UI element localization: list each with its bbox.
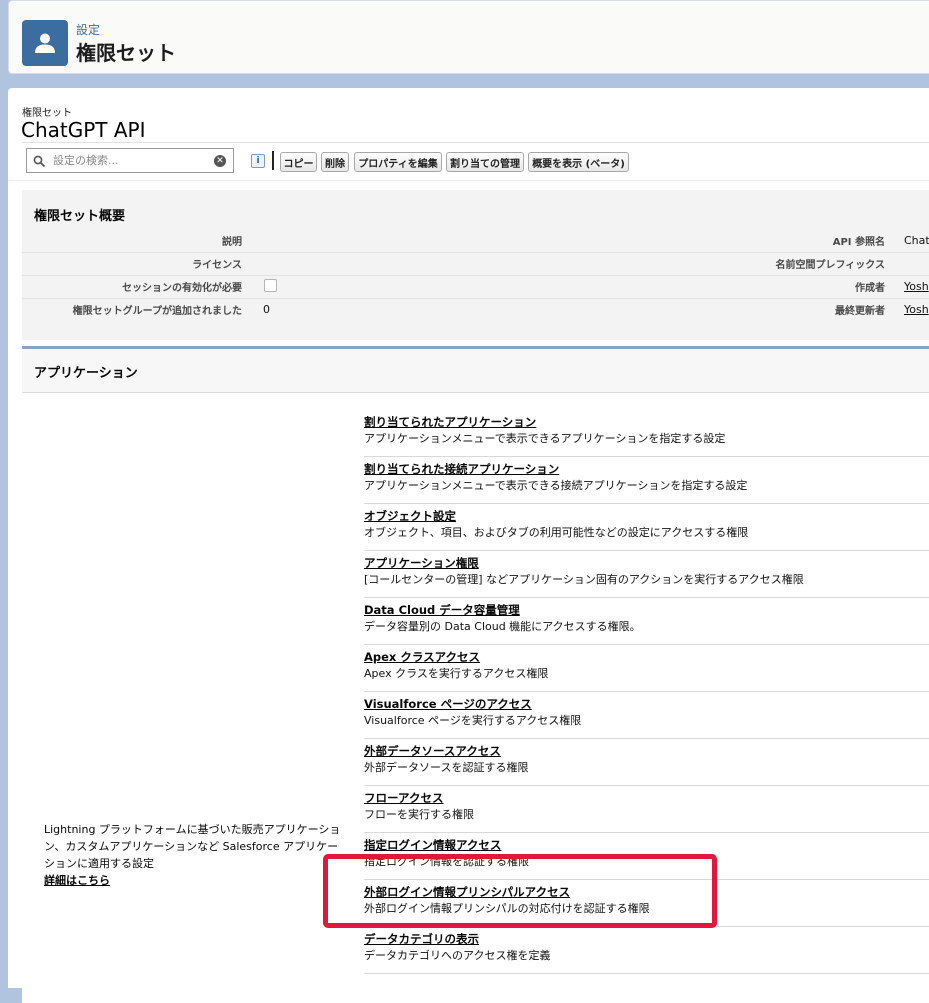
app-setting-item: Data Cloud データ容量管理 データ容量別の Data Cloud 機能… [364, 598, 929, 645]
app-setting-description: アプリケーションメニューで表示できるアプリケーションを指定する設定 [364, 432, 726, 445]
app-setting-item: Apex クラスアクセス Apex クラスを実行するアクセス権限 [364, 645, 929, 692]
app-setting-link[interactable]: アプリケーション権限 [364, 555, 479, 571]
app-setting-item: オブジェクト設定 オブジェクト、項目、およびタブの利用可能性などの設定にアクセス… [364, 504, 929, 551]
app-setting-link[interactable]: オブジェクト設定 [364, 508, 456, 524]
app-setting-link[interactable]: 外部データソースアクセス [364, 743, 501, 759]
delete-button[interactable]: 削除 [321, 152, 349, 172]
title-divider [22, 142, 929, 143]
app-setting-link[interactable]: Visualforce ページのアクセス [364, 696, 532, 712]
app-setting-link[interactable]: Data Cloud データ容量管理 [364, 602, 520, 618]
user-icon [22, 20, 68, 66]
manage-assignments-button[interactable]: 割り当ての管理 [446, 152, 524, 172]
app-setting-item: フローアクセス フローを実行する権限 [364, 786, 929, 833]
toolbar-separator [272, 151, 274, 170]
app-setting-item: Visualforce ページのアクセス Visualforce ページを実行す… [364, 692, 929, 739]
api-name-label: API 参照名 [832, 237, 885, 248]
app-setting-description: [コールセンターの管理] などアプリケーション固有のアクションを実行するアクセス… [364, 573, 804, 586]
app-setting-description: Apex クラスを実行するアクセス権限 [364, 667, 549, 680]
app-setting-link[interactable]: フローアクセス [364, 790, 443, 806]
overview-row: ライセンス 名前空間プレフィックス [22, 253, 929, 276]
main-content: 権限セット ChatGPT API ✕ i コピー 削除 プロパティを編集 割り… [8, 88, 929, 1003]
app-setting-item: 割り当てられたアプリケーション アプリケーションメニューで表示できるアプリケーシ… [364, 410, 929, 457]
permission-set-eyebrow: 権限セット [22, 108, 72, 119]
copy-button[interactable]: コピー [280, 152, 317, 172]
highlight-box [323, 854, 717, 928]
app-setting-link[interactable]: 指定ログイン情報アクセス [364, 837, 501, 853]
app-setting-link[interactable]: 割り当てられた接続アプリケーション [364, 461, 559, 477]
modified-by-link[interactable]: Yosh [904, 303, 929, 316]
search-box[interactable]: ✕ [26, 148, 234, 173]
applications-header: アプリケーション [22, 349, 929, 391]
app-setting-description: アプリケーションメニューで表示できる接続アプリケーションを指定する設定 [364, 479, 748, 492]
overview-title: 権限セット概要 [34, 209, 126, 224]
app-setting-description: フローを実行する権限 [364, 808, 474, 821]
groups-added-value: 0 [263, 303, 270, 316]
overview-row: 説明 API 参照名 Chat [22, 230, 929, 253]
created-by-label: 作成者 [855, 283, 885, 294]
app-setting-description: Visualforce ページを実行するアクセス権限 [364, 714, 582, 727]
overview-section: 権限セット概要 説明 API 参照名 Chat ライセンス 名前空間プレフィック… [22, 190, 929, 340]
namespace-label: 名前空間プレフィックス [775, 260, 886, 271]
info-icon[interactable]: i [251, 154, 265, 168]
permission-set-name: ChatGPT API [21, 118, 146, 142]
app-setting-item: 外部データソースアクセス 外部データソースを認証する権限 [364, 739, 929, 786]
search-input[interactable] [53, 152, 213, 168]
page-header: 設定 権限セット [8, 0, 929, 74]
app-setting-link[interactable]: データカテゴリの表示 [364, 931, 479, 947]
modified-by-label: 最終更新者 [835, 306, 885, 317]
app-setting-item: アプリケーション権限 [コールセンターの管理] などアプリケーション固有のアクシ… [364, 551, 929, 598]
applications-title: アプリケーション [34, 366, 138, 381]
toolbar-divider [8, 180, 929, 181]
app-setting-description: オブジェクト、項目、およびタブの利用可能性などの設定にアクセスする権限 [364, 526, 749, 539]
search-icon [33, 153, 46, 172]
session-required-checkbox [264, 279, 277, 292]
edit-properties-button[interactable]: プロパティを編集 [354, 152, 442, 172]
app-setting-description: 外部データソースを認証する権限 [364, 761, 529, 774]
app-setting-description: データ容量別の Data Cloud 機能にアクセスする権限。 [364, 620, 641, 633]
api-name-value: Chat [904, 234, 929, 247]
clear-icon[interactable]: ✕ [214, 155, 226, 167]
overview-row: 権限セットグループが追加されました 0 最終更新者 Yosh [22, 299, 929, 322]
header-eyebrow[interactable]: 設定 [76, 21, 100, 38]
app-setting-description: データカテゴリへのアクセス権を定義 [364, 949, 551, 962]
session-required-label: セッションの有効化が必要 [122, 283, 242, 294]
overview-row: セッションの有効化が必要 作成者 Yosh [22, 276, 929, 299]
description-label: 説明 [222, 237, 242, 248]
applications-description-text: Lightning プラットフォームに基づいた販売アプリケーション、カスタムアプ… [44, 823, 341, 870]
learn-more-link[interactable]: 詳細はこちら [44, 872, 344, 889]
applications-description: Lightning プラットフォームに基づいた販売アプリケーション、カスタムアプ… [44, 821, 344, 889]
groups-added-label: 権限セットグループが追加されました [72, 306, 242, 317]
app-setting-link[interactable]: 割り当てられたアプリケーション [364, 414, 536, 430]
view-summary-button[interactable]: 概要を表示 (ベータ) [528, 152, 629, 172]
page-title: 権限セット [76, 41, 176, 65]
created-by-link[interactable]: Yosh [904, 280, 929, 293]
app-setting-item: 割り当てられた接続アプリケーション アプリケーションメニューで表示できる接続アプ… [364, 457, 929, 504]
license-label: ライセンス [192, 260, 242, 271]
app-setting-link[interactable]: Apex クラスアクセス [364, 649, 480, 665]
